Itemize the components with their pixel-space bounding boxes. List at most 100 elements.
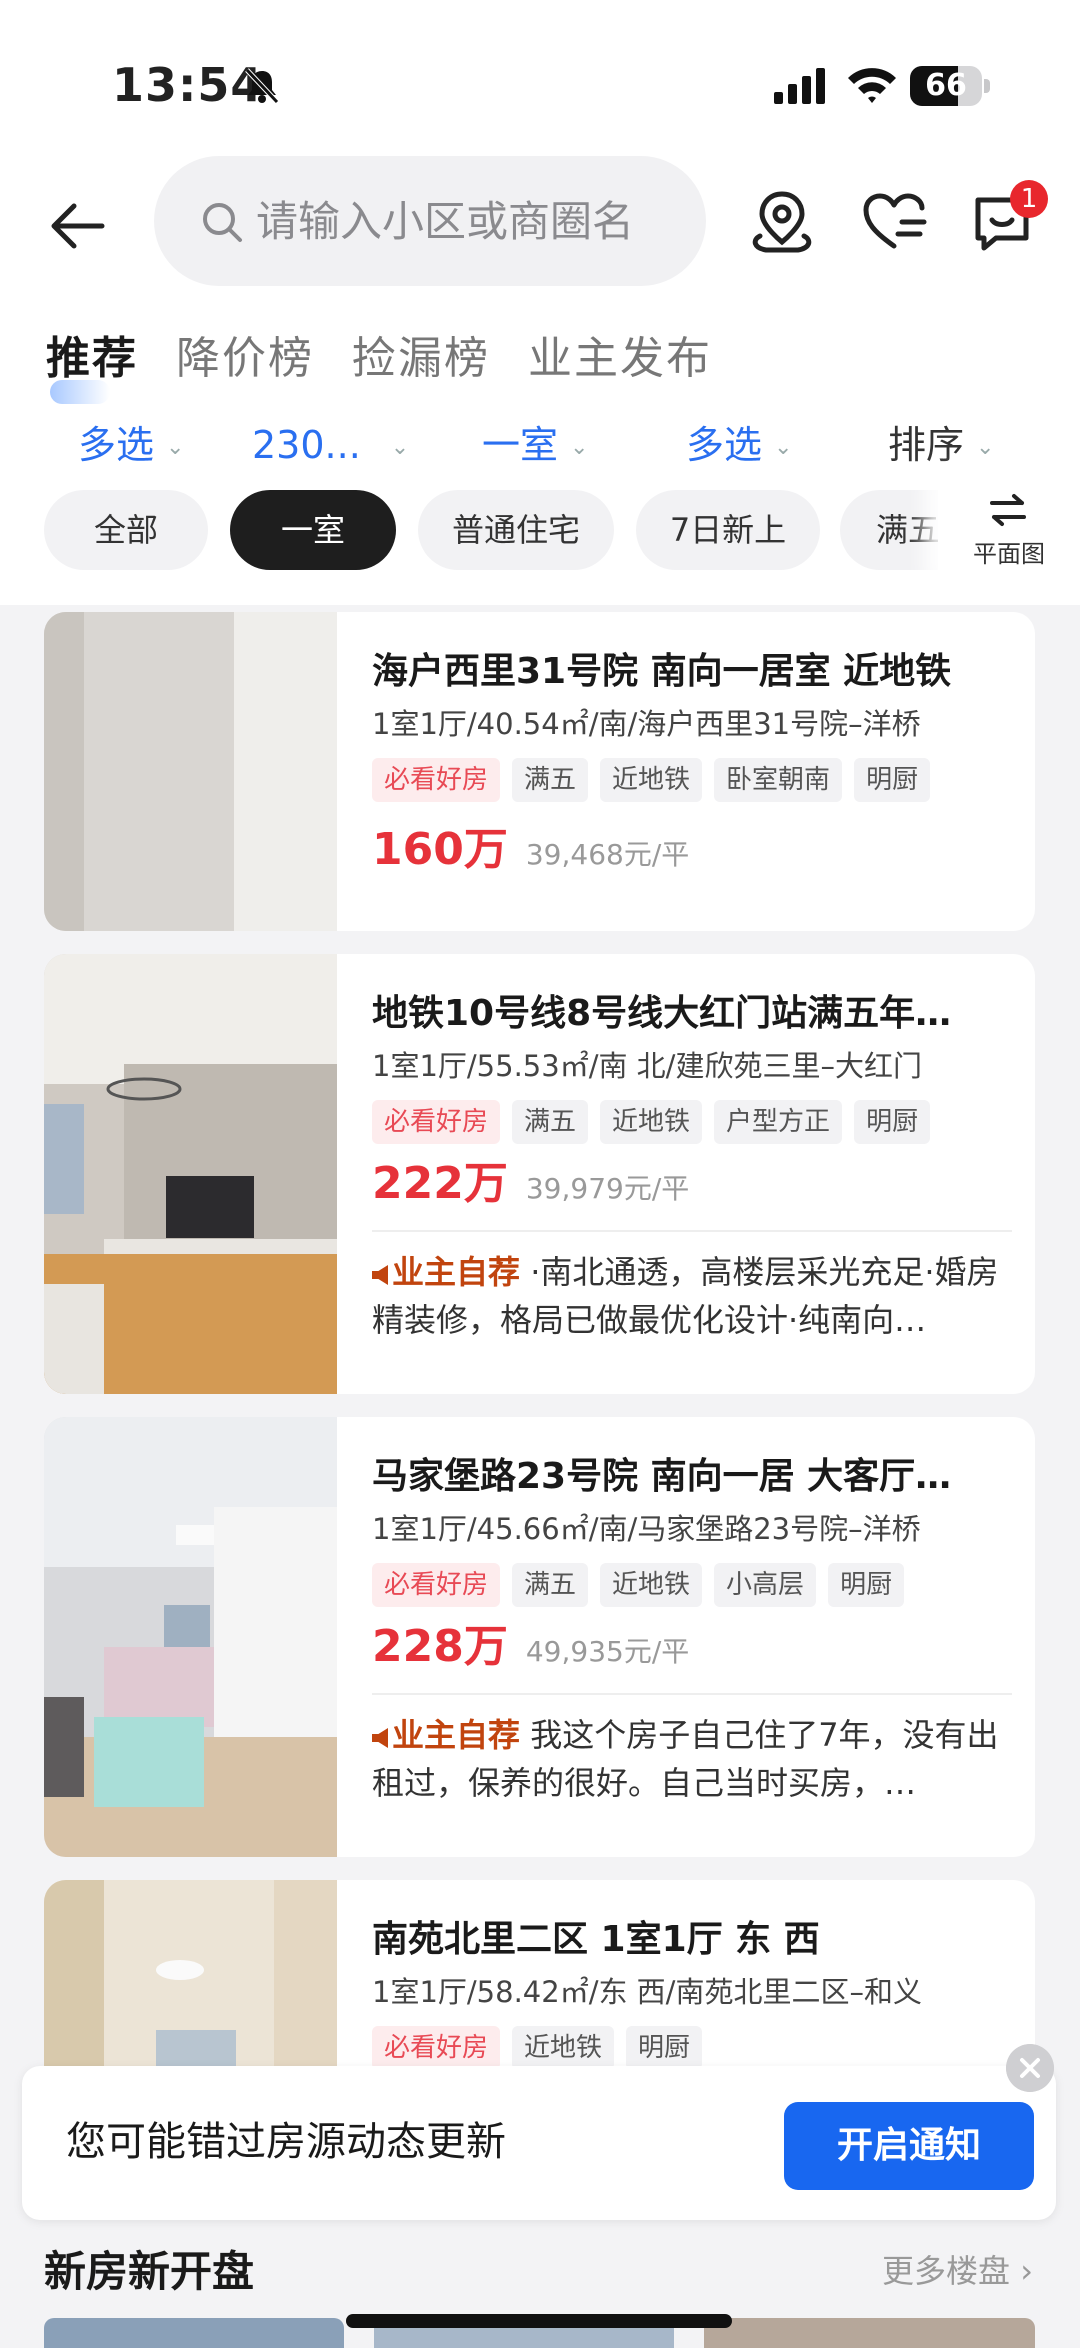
listing-tag: 近地铁 [512,2026,615,2070]
notification-banner: 您可能错过房源动态更新 开启通知 [22,2066,1056,2220]
divider [372,1230,1012,1232]
chip-all[interactable]: 全部 [44,490,208,570]
close-icon[interactable] [1006,2044,1054,2092]
owner-label: 业主自荐 [392,1253,521,1291]
listing-price: 222万 [372,1158,508,1209]
price-row: 160万 39,468元/平 [372,820,1012,880]
listing-tag: 近地铁 [600,1563,703,1607]
filter-layout[interactable]: 一室 ⌄ [482,412,588,481]
listing-title: 海户西里31号院 南向一居室 近地铁 [372,651,952,692]
listing-tags: 必看好房 近地铁 明厨 [372,2026,1012,2070]
listing-tag: 小高层 [714,1563,817,1607]
message-badge: 1 [1010,180,1048,218]
chevron-down-icon: ⌄ [570,434,589,460]
tab-active-indicator [50,380,110,404]
tab-owner-posted[interactable]: 业主发布 [528,328,712,390]
floor-plan-label: 平面图 [973,540,1045,568]
section-title-new-house: 新房新开盘 [44,2247,255,2296]
listing-tag: 满五 [512,1100,589,1144]
listing-tag: 满五 [512,758,589,802]
listing-tag: 户型方正 [714,1100,843,1144]
filter-bar: 多选 ⌄ 230... ⌄ 一室 ⌄ 多选 ⌄ 排序 ⌄ [0,412,1080,482]
swap-arrows-icon [990,494,1026,526]
speaker-icon [372,1728,388,1748]
search-placeholder: 请输入小区或商圈名 [256,197,635,246]
filter-price[interactable]: 230... ⌄ [252,412,409,481]
price-row: 222万 39,979元/平 [372,1154,1012,1214]
chevron-down-icon: ⌄ [390,434,410,460]
listing-unit-price: 39,468元/平 [525,838,690,871]
chip-ordinary-residence[interactable]: 普通住宅 [418,490,614,570]
more-projects-link[interactable]: 更多楼盘 › [882,2246,1033,2292]
new-house-thumbnail[interactable] [704,2318,1035,2348]
battery-indicator: 66 [910,66,982,106]
tab-bargain[interactable]: 捡漏榜 [352,328,490,390]
tab-bar: 推荐 降价榜 捡漏榜 业主发布 [0,328,1080,398]
search-icon [203,203,242,242]
listing-tag: 明厨 [854,1100,931,1144]
chevron-down-icon: ⌄ [166,434,185,460]
back-arrow-icon[interactable] [40,190,112,262]
listing-tag: 卧室朝南 [714,758,843,802]
listing-price: 160万 [372,824,508,875]
listing-photo [44,612,337,931]
filter-area[interactable]: 多选 ⌄ [78,412,184,481]
search-input[interactable]: 请输入小区或商圈名 [154,156,706,286]
filter-area-label: 多选 [78,423,155,467]
listing-tags: 必看好房 满五 近地铁 户型方正 明厨 [372,1100,1012,1144]
more-projects-label: 更多楼盘 [882,2252,1011,2290]
chip-one-room[interactable]: 一室 [230,490,396,570]
tab-price-drop[interactable]: 降价榜 [176,328,314,390]
speaker-icon [372,1265,388,1285]
listing-tag: 明厨 [828,1563,905,1607]
map-location-icon[interactable] [746,186,818,258]
listing-tag: 近地铁 [600,758,703,802]
new-house-thumbnail[interactable] [44,2318,344,2348]
listing-card[interactable]: 地铁10号线8号线大红门站满五年… 1室1厅/55.53㎡/南 北/建欣苑三里–… [44,954,1035,1394]
tag-must-see: 必看好房 [372,1563,501,1607]
chip-new-7-days[interactable]: 7日新上 [636,490,820,570]
chevron-down-icon: ⌄ [976,434,995,460]
bell-muted-icon [245,68,279,104]
favorites-heart-icon[interactable] [858,186,930,258]
enable-notification-button[interactable]: 开启通知 [784,2102,1034,2190]
listing-photo [44,1417,337,1857]
filter-more[interactable]: 多选 ⌄ [686,412,792,481]
listing-price: 228万 [372,1621,508,1672]
listing-tags: 必看好房 满五 近地铁 小高层 明厨 [372,1563,1012,1607]
chevron-right-icon: › [1020,2252,1033,2290]
listing-tags: 必看好房 满五 近地铁 卧室朝南 明厨 [372,758,1012,802]
quick-filter-chips: 全部 一室 普通住宅 7日新上 满五 [0,490,1080,590]
chevron-down-icon: ⌄ [774,434,793,460]
listing-tag: 明厨 [626,2026,703,2070]
battery-cap [984,79,990,93]
notification-text: 您可能错过房源动态更新 [66,2119,506,2165]
home-indicator [346,2314,732,2328]
listing-unit-price: 39,979元/平 [525,1172,690,1205]
filter-sort[interactable]: 排序 ⌄ [888,412,994,481]
listing-card[interactable]: 马家堡路23号院 南向一居 大客厅… 1室1厅/45.66㎡/南/马家堡路23号… [44,1417,1035,1857]
listing-tag: 满五 [512,1563,589,1607]
listing-meta: 1室1厅/58.42㎡/东 西/南苑北里二区–和义 [372,1975,922,2009]
status-bar: 13:54 66 [0,0,1080,150]
listing-photo [44,954,337,1394]
listing-card[interactable]: 海户西里31号院 南向一居室 近地铁 1室1厅/40.54㎡/南/海户西里31号… [44,612,1035,931]
listing-title: 地铁10号线8号线大红门站满五年… [372,993,952,1034]
divider [372,1693,1012,1695]
tag-must-see: 必看好房 [372,2026,501,2070]
listing-meta: 1室1厅/55.53㎡/南 北/建欣苑三里–大红门 [372,1049,922,1083]
listing-title: 南苑北里二区 1室1厅 东 西 [372,1919,820,1960]
listing-tag: 近地铁 [600,1100,703,1144]
listing-meta: 1室1厅/45.66㎡/南/马家堡路23号院–洋桥 [372,1512,921,1546]
wifi-icon [848,68,896,103]
owner-note: 业主自荐 ·南北通透，高楼层采光充足·婚房精装修，格局已做最优化设计·纯南向… [372,1248,1012,1344]
tag-must-see: 必看好房 [372,758,501,802]
tag-must-see: 必看好房 [372,1100,501,1144]
filter-price-label: 230... [252,423,361,467]
filter-more-label: 多选 [686,423,763,467]
owner-note: 业主自荐 我这个房子自己住了7年，没有出租过，保养的很好。自己当时买房，… [372,1711,1012,1807]
cellular-signal-icon [774,68,825,104]
battery-level: 66 [925,68,967,103]
floor-plan-toggle[interactable]: 平面图 [938,474,1080,584]
listing-meta: 1室1厅/40.54㎡/南/海户西里31号院–洋桥 [372,707,921,741]
